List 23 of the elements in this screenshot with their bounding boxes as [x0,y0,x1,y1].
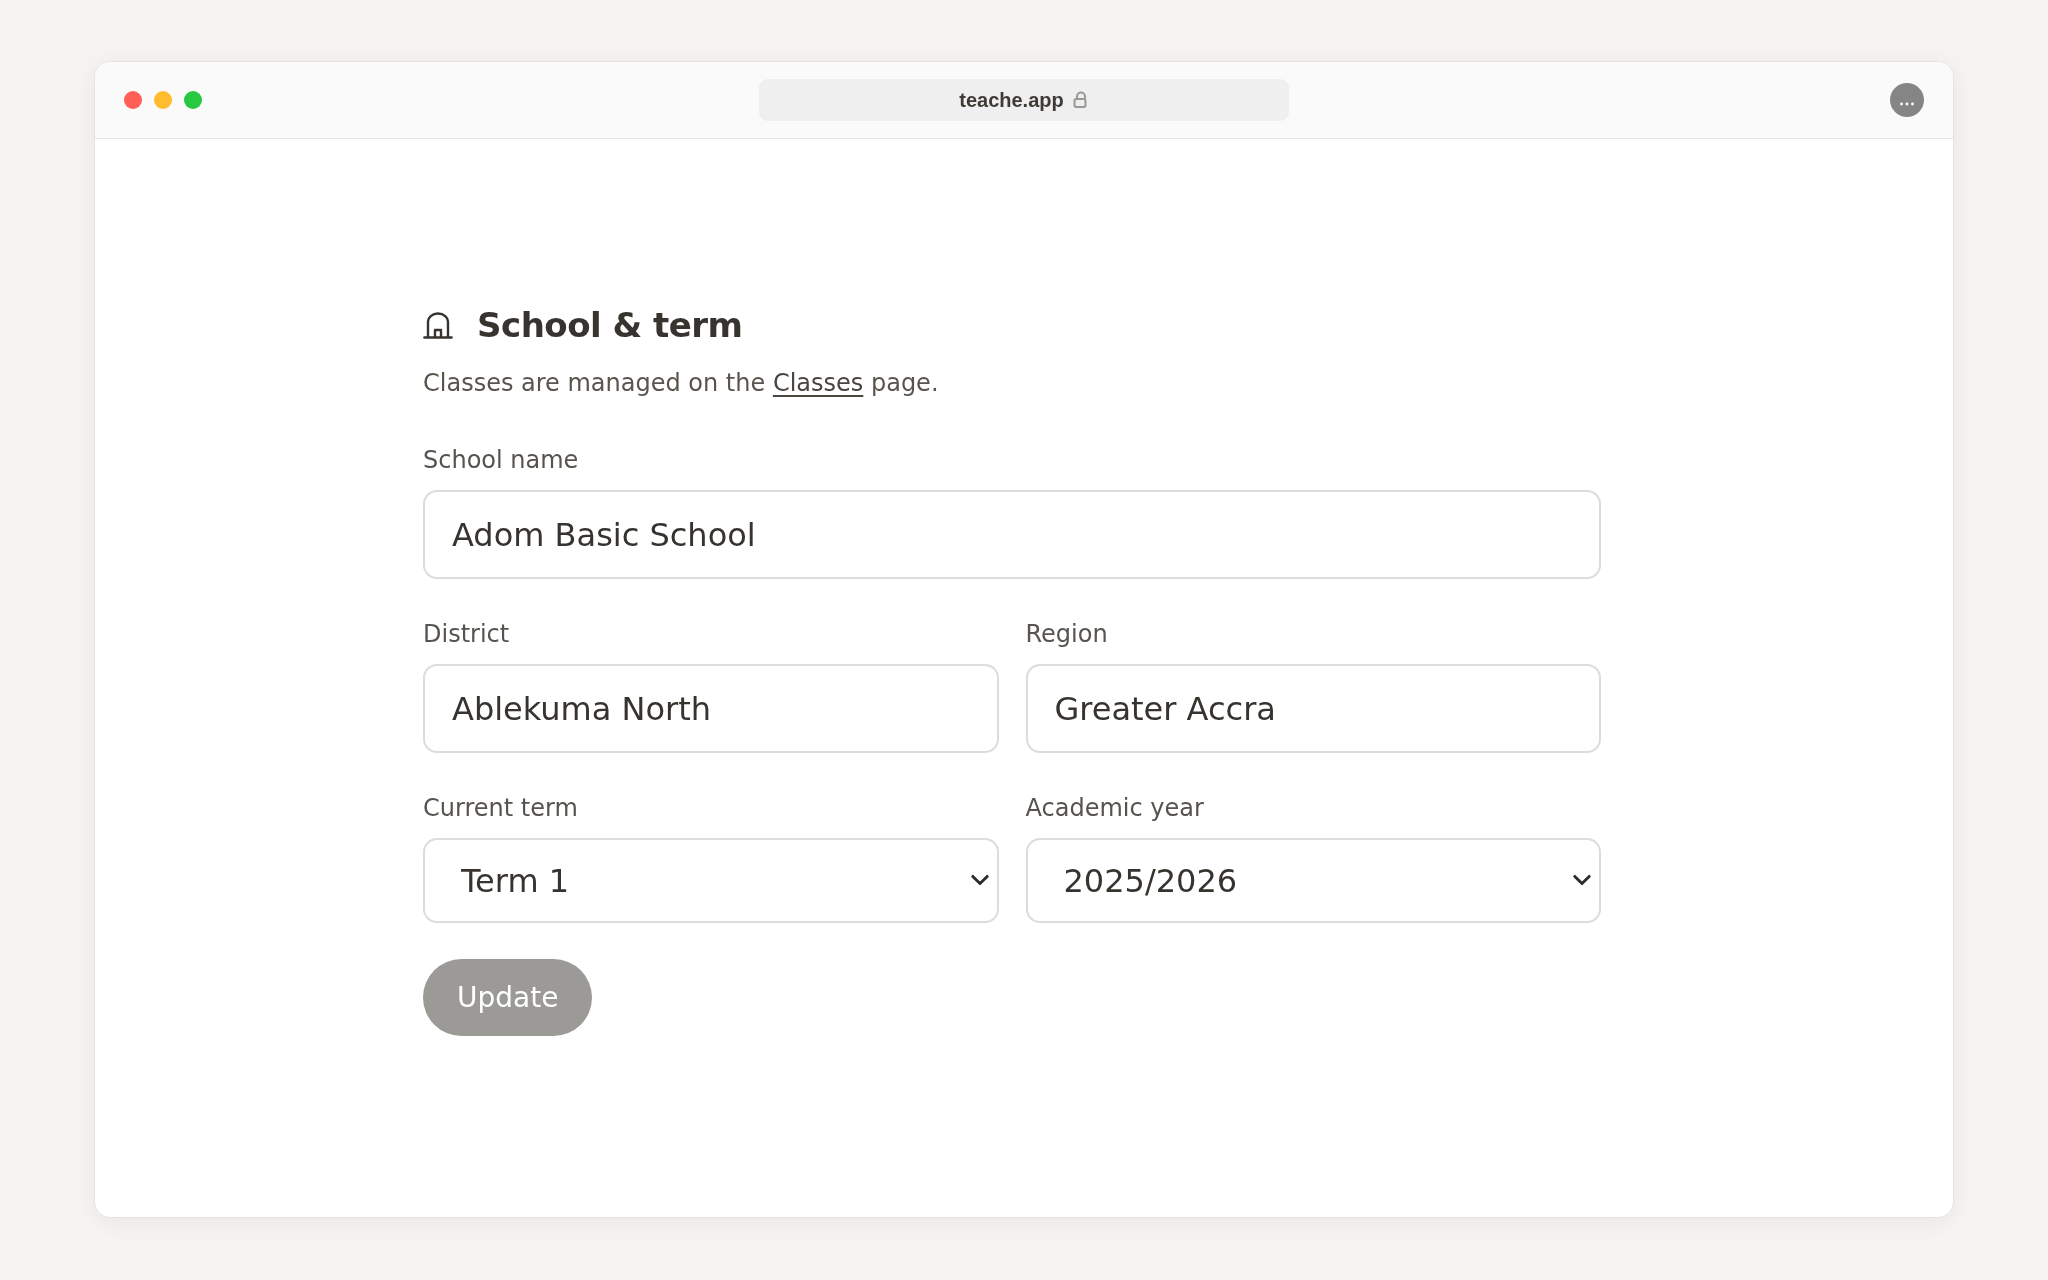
close-icon[interactable] [124,91,142,109]
dropdown-field[interactable]: Term 1 [423,838,999,923]
maximize-icon[interactable] [184,91,202,109]
padlock-icon [1072,91,1089,109]
address-text: teache.app [959,88,1064,113]
field-label: School name [423,445,580,476]
field-label: Current term [423,793,579,824]
description-text: Classes are managed on the Classes page. [423,368,940,399]
address-bar[interactable]: teache.app [759,79,1289,121]
classes-link[interactable]: Classes [772,369,864,397]
section-title: School & term [477,304,743,347]
chevron-down-icon [1573,874,1591,886]
field-label: Region [1025,619,1109,650]
minimize-icon[interactable] [154,91,172,109]
more-icon[interactable] [1890,83,1924,117]
field-label: Academic year [1025,793,1205,824]
chevron-down-icon [970,874,989,886]
dropdown-field[interactable]: 2025/2026 [1025,838,1601,923]
input-field[interactable]: Greater Accra [1025,664,1601,753]
input-field[interactable]: Ablekuma North [423,664,999,753]
field-label: District [423,619,511,650]
house-icon [423,310,453,340]
input-field[interactable]: Adom Basic School [423,490,1601,579]
